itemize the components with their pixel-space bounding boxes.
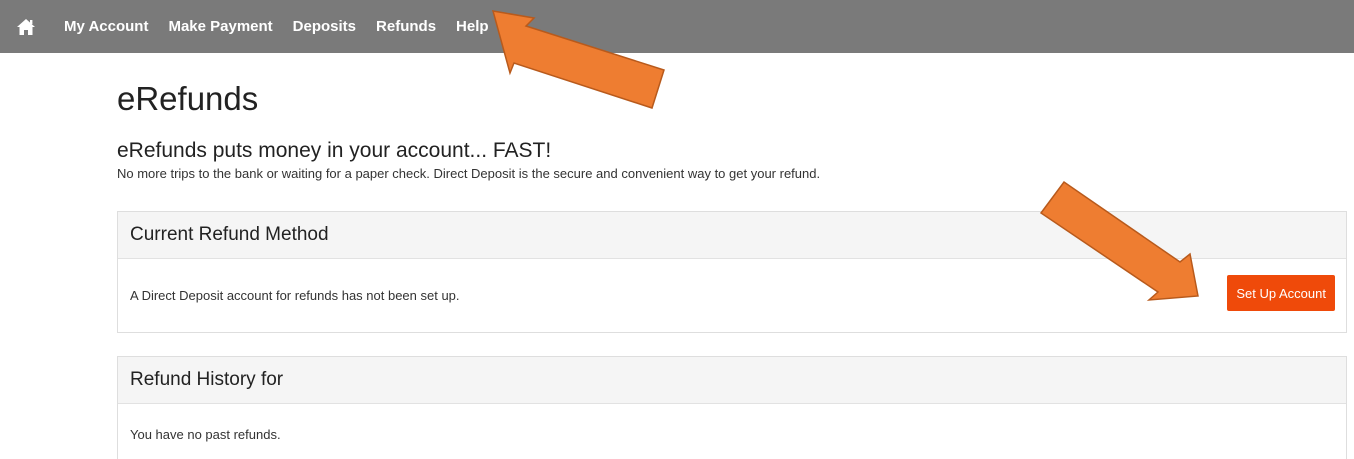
nav-help[interactable]: Help	[456, 18, 489, 35]
panel-heading: Refund History for	[118, 357, 1346, 404]
current-refund-method-panel: Current Refund Method A Direct Deposit a…	[117, 211, 1347, 333]
refund-history-panel: Refund History for You have no past refu…	[117, 356, 1347, 459]
panel-body: A Direct Deposit account for refunds has…	[118, 259, 1346, 332]
page-subtitle: eRefunds puts money in your account... F…	[117, 139, 552, 162]
nav-my-account[interactable]: My Account	[64, 18, 148, 35]
top-navbar: My Account Make Payment Deposits Refunds…	[0, 0, 1354, 53]
nav-deposits[interactable]: Deposits	[293, 18, 356, 35]
panel-body: You have no past refunds.	[118, 404, 1346, 459]
set-up-account-button[interactable]: Set Up Account	[1227, 275, 1335, 311]
panel-heading: Current Refund Method	[118, 212, 1346, 259]
home-icon	[17, 18, 35, 35]
intro-text: No more trips to the bank or waiting for…	[117, 166, 821, 181]
nav-make-payment[interactable]: Make Payment	[168, 18, 272, 35]
refund-status-message: A Direct Deposit account for refunds has…	[130, 288, 460, 303]
nav-refunds[interactable]: Refunds	[376, 18, 436, 35]
refund-history-message: You have no past refunds.	[130, 426, 281, 442]
home-button[interactable]	[8, 0, 44, 53]
page-title: eRefunds	[117, 80, 259, 117]
